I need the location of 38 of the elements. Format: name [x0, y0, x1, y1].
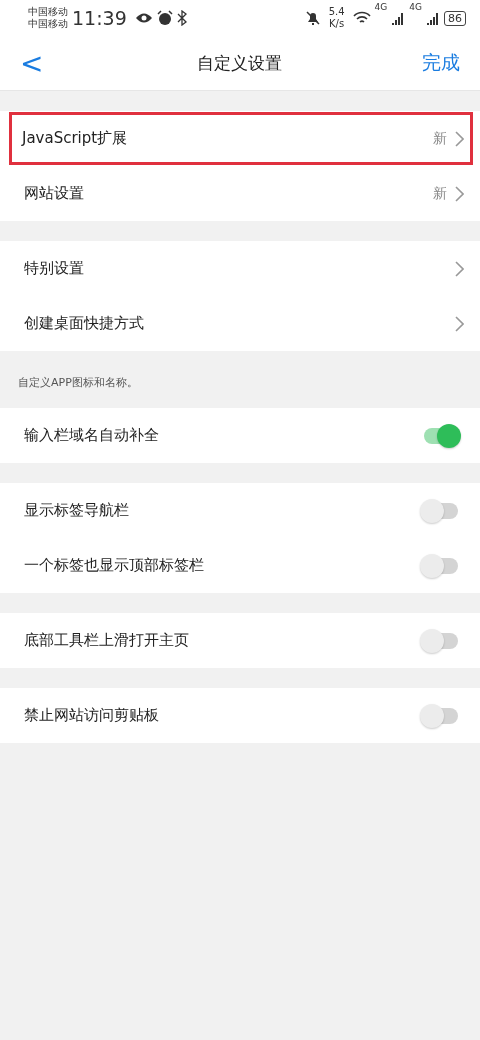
network-type: 4G [374, 2, 388, 12]
eye-icon [134, 12, 153, 24]
new-label: 新 [433, 129, 447, 148]
back-button[interactable]: < [20, 46, 56, 80]
bluetooth-icon [176, 10, 187, 26]
muted-bell-icon [304, 10, 321, 26]
chevron-icon [455, 130, 464, 147]
settings-row[interactable]: 特别设置 [0, 241, 480, 296]
row-label: 禁止网站访问剪贴板 [24, 706, 160, 725]
row-label: 一个标签也显示顶部标签栏 [24, 556, 205, 575]
carrier-name: 中国移动 [28, 6, 68, 18]
alarm-icon [156, 10, 173, 26]
wifi-icon [352, 11, 371, 25]
hint-text: 自定义APP图标和名称。 [18, 376, 138, 389]
done-button[interactable]: 完成 [422, 50, 460, 76]
clock-time: 11:39 [72, 7, 127, 29]
new-label: 新 [433, 184, 447, 203]
chevron-icon [455, 185, 464, 202]
row-label: 网站设置 [24, 184, 85, 203]
signal-icon [391, 11, 406, 25]
signal-icon [426, 11, 440, 25]
network-speed: 5.4 [328, 6, 345, 18]
row-label: 创建桌面快捷方式 [24, 314, 145, 333]
highlighted-settings-row[interactable]: JavaScript扩展 新 [8, 111, 474, 166]
row-label: 特别设置 [24, 259, 85, 278]
page-title: 自定义设置 [196, 51, 282, 75]
row-label: JavaScript扩展 [22, 129, 129, 148]
row-label: 显示标签导航栏 [24, 501, 130, 520]
chevron-icon [455, 260, 464, 277]
network-type: 4G [409, 2, 422, 12]
network-speed: K/s [329, 18, 345, 30]
row-label: 底部工具栏上滑打开主页 [24, 631, 190, 650]
row-label: 输入栏域名自动补全 [24, 426, 160, 445]
battery-level: 86 [444, 10, 466, 26]
carrier-name: 中国移动 [28, 18, 68, 30]
settings-row[interactable]: 创建桌面快捷方式 [0, 296, 480, 351]
chevron-icon [455, 315, 464, 332]
settings-row[interactable]: 网站设置 新 [0, 166, 480, 221]
